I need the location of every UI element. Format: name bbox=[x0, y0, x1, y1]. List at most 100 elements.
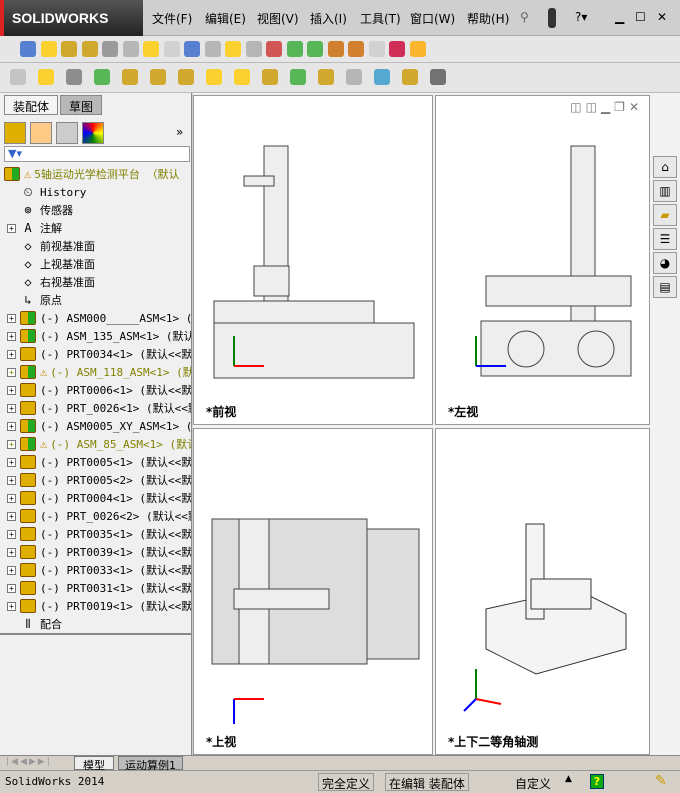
expand-icon[interactable]: + bbox=[7, 223, 16, 233]
evaluate-tool-icon[interactable] bbox=[163, 41, 180, 57]
expand-icon[interactable]: + bbox=[7, 529, 16, 539]
expand-icon[interactable]: + bbox=[7, 583, 16, 593]
expand-icon[interactable]: + bbox=[7, 547, 16, 557]
traffic-light-icon[interactable] bbox=[548, 8, 556, 28]
tree-item[interactable]: + (-) ASM000_____ASM<1> (默认 bbox=[0, 309, 191, 327]
assembly-tool-icon[interactable] bbox=[374, 69, 390, 85]
close-button[interactable]: ✕ bbox=[657, 10, 667, 24]
expand-icon[interactable]: + bbox=[7, 403, 16, 413]
assembly-tool-icon[interactable] bbox=[38, 69, 54, 85]
status-help-icon[interactable]: ? bbox=[590, 774, 604, 789]
config-manager-tab[interactable] bbox=[56, 122, 78, 144]
evaluate-tool-icon[interactable] bbox=[184, 41, 200, 57]
tree-item[interactable]: + (-) PRT0006<1> (默认<<默认 bbox=[0, 381, 191, 399]
property-manager-tab[interactable] bbox=[30, 122, 52, 144]
evaluate-tool-icon[interactable] bbox=[307, 41, 323, 57]
assembly-tool-icon[interactable] bbox=[346, 69, 362, 85]
minimize-button[interactable]: ▁ bbox=[615, 10, 624, 24]
tab-motion-study[interactable]: 运动算例1 bbox=[118, 756, 183, 772]
assembly-tool-icon[interactable] bbox=[206, 69, 222, 85]
evaluate-tool-icon[interactable] bbox=[266, 41, 282, 57]
expand-icon[interactable]: + bbox=[7, 313, 16, 323]
expand-icon[interactable]: + bbox=[7, 439, 16, 449]
viewport-left[interactable]: ◫◫▁❐✕ *左视 bbox=[435, 95, 650, 425]
menu-help[interactable]: 帮助(H) bbox=[467, 10, 509, 27]
task-pane-custom-props-icon[interactable]: ▤ bbox=[653, 276, 677, 298]
task-pane-appearance-icon[interactable]: ◕ bbox=[653, 252, 677, 274]
units-up-arrow-icon[interactable]: ▲ bbox=[565, 774, 572, 784]
tree-item[interactable]: + (-) PRT_0026<1> (默认<<默 bbox=[0, 399, 191, 417]
menu-edit[interactable]: 编辑(E) bbox=[205, 10, 246, 27]
assembly-tool-icon[interactable] bbox=[402, 69, 418, 85]
tree-item[interactable]: + (-) PRT0033<1> (默认<<默认 bbox=[0, 561, 191, 579]
menu-file[interactable]: 文件(F) bbox=[152, 10, 192, 27]
viewport-front[interactable]: *前视 bbox=[193, 95, 433, 425]
assembly-tool-icon[interactable] bbox=[430, 69, 446, 85]
tab-assembly[interactable]: 装配体 bbox=[4, 95, 59, 115]
evaluate-tool-icon[interactable] bbox=[204, 41, 221, 57]
tree-item[interactable]: + ⚠ (-) ASM_118_ASM<1> (默 bbox=[0, 363, 191, 381]
tab-scroll-arrows[interactable]: |◀◀▶▶| bbox=[6, 757, 52, 767]
tree-root[interactable]: ⚠ 5轴运动光学检测平台 （默认 bbox=[0, 165, 179, 183]
menu-window[interactable]: 窗口(W) bbox=[410, 10, 455, 27]
expand-icon[interactable]: + bbox=[7, 475, 16, 485]
assembly-tool-icon[interactable] bbox=[178, 69, 194, 85]
evaluate-tool-icon[interactable] bbox=[348, 41, 364, 57]
assembly-tool-icon[interactable] bbox=[318, 69, 334, 85]
evaluate-tool-icon[interactable] bbox=[327, 41, 344, 57]
evaluate-tool-icon[interactable] bbox=[409, 41, 426, 57]
tree-item[interactable]: + A 注解 bbox=[0, 219, 62, 237]
expand-icon[interactable]: + bbox=[7, 457, 16, 467]
menu-view[interactable]: 视图(V) bbox=[257, 10, 299, 27]
tree-item[interactable]: ⊚ 传感器 bbox=[0, 201, 73, 219]
tree-item[interactable]: ⫴ 配合 bbox=[0, 615, 62, 633]
tree-item[interactable]: + (-) ASM_135_ASM<1> (默认< bbox=[0, 327, 191, 345]
tree-item[interactable]: + (-) PRT0031<1> (默认<<默认 bbox=[0, 579, 191, 597]
expand-icon[interactable]: + bbox=[7, 565, 16, 575]
viewport-window-controls[interactable]: ◫◫▁❐✕ bbox=[570, 100, 643, 114]
tree-item[interactable]: ⏲ History bbox=[0, 183, 86, 201]
evaluate-tool-icon[interactable] bbox=[143, 41, 159, 57]
maximize-button[interactable]: ☐ bbox=[635, 10, 646, 24]
tree-item[interactable]: + (-) PRT_0026<2> (默认<<默 bbox=[0, 507, 191, 525]
evaluate-tool-icon[interactable] bbox=[389, 41, 405, 57]
task-pane-home-icon[interactable]: ⌂ bbox=[653, 156, 677, 178]
viewport-top[interactable]: *上视 bbox=[193, 428, 433, 755]
assembly-tool-icon[interactable] bbox=[10, 69, 26, 85]
evaluate-tool-icon[interactable] bbox=[102, 41, 118, 57]
assembly-tool-icon[interactable] bbox=[122, 69, 138, 85]
expand-icon[interactable]: + bbox=[7, 493, 16, 503]
tree-item[interactable]: + (-) PRT0035<1> (默认<<默认 bbox=[0, 525, 191, 543]
expand-chevron-icon[interactable]: » bbox=[176, 125, 183, 139]
assembly-tool-icon[interactable] bbox=[150, 69, 166, 85]
assembly-tool-icon[interactable] bbox=[262, 69, 278, 85]
tree-item[interactable]: + ⚠ (-) ASM_85_ASM<1> (默认 bbox=[0, 435, 191, 453]
evaluate-tool-icon[interactable] bbox=[20, 41, 36, 57]
tree-item[interactable]: ↳ 原点 bbox=[0, 291, 62, 309]
assembly-tool-icon[interactable] bbox=[290, 69, 306, 85]
task-pane-resources-icon[interactable]: ▥ bbox=[653, 180, 677, 202]
task-pane-folder-icon[interactable]: ▰ bbox=[653, 204, 677, 226]
status-units[interactable]: 自定义 bbox=[515, 775, 551, 792]
expand-icon[interactable]: + bbox=[7, 421, 16, 431]
expand-icon[interactable]: + bbox=[7, 511, 16, 521]
menu-tools[interactable]: 工具(T) bbox=[360, 10, 401, 27]
feature-manager-tab[interactable] bbox=[4, 122, 26, 144]
assembly-tool-icon[interactable] bbox=[66, 69, 82, 85]
expand-icon[interactable]: + bbox=[7, 601, 16, 611]
tree-item[interactable]: + (-) PRT0034<1> (默认<<默认 bbox=[0, 345, 191, 363]
evaluate-tool-icon[interactable] bbox=[40, 41, 57, 57]
pin-icon[interactable]: ⚲ bbox=[520, 10, 529, 24]
tab-sketch[interactable]: 草图 bbox=[60, 95, 103, 115]
assembly-tool-icon[interactable] bbox=[234, 69, 250, 85]
tree-item[interactable]: ◇ 右视基准面 bbox=[0, 273, 95, 291]
expand-icon[interactable]: + bbox=[7, 367, 16, 377]
tree-item[interactable]: + (-) PRT0039<1> (默认<<默认 bbox=[0, 543, 191, 561]
tree-item[interactable]: ◇ 前视基准面 bbox=[0, 237, 95, 255]
display-manager-tab[interactable] bbox=[82, 122, 104, 144]
evaluate-tool-icon[interactable] bbox=[286, 41, 303, 57]
evaluate-tool-icon[interactable] bbox=[122, 41, 139, 57]
evaluate-tool-icon[interactable] bbox=[61, 41, 77, 57]
expand-icon[interactable]: + bbox=[7, 349, 16, 359]
evaluate-tool-icon[interactable] bbox=[368, 41, 385, 57]
